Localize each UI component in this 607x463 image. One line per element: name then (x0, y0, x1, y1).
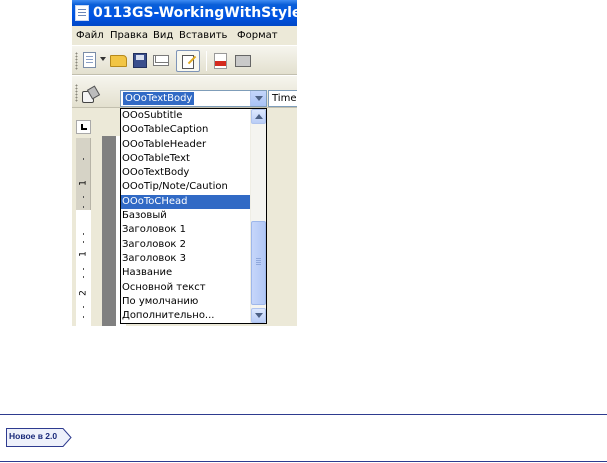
ruler-number: 1 (78, 251, 89, 257)
style-list-item[interactable]: Название (121, 266, 251, 280)
menu-edit[interactable]: Правка (110, 26, 148, 45)
ruler-number: 1 (78, 180, 89, 186)
scrollbar-thumb[interactable] (251, 221, 266, 305)
menu-bar: Файл Правка Вид Вставить Формат (72, 26, 297, 45)
scroll-up-icon[interactable] (251, 109, 266, 124)
ruler-tick (83, 206, 84, 208)
paragraph-style-combobox[interactable]: OOoTextBody (120, 90, 267, 107)
chevron-down-icon[interactable] (250, 91, 266, 106)
edit-file-icon[interactable] (176, 50, 200, 72)
style-list-item[interactable]: Заголовок 3 (121, 252, 251, 266)
badge-label: Новое в 2.0 (9, 431, 58, 441)
new-dropdown-arrow-icon[interactable] (100, 57, 106, 61)
style-list-item[interactable]: Заголовок 1 (121, 223, 251, 237)
ruler-tick (83, 233, 84, 235)
style-list-item[interactable]: OOoTextBody (121, 166, 251, 180)
toolbar-grip[interactable] (75, 52, 78, 70)
style-list-item[interactable]: OOoToCHead (121, 194, 251, 210)
window-title: 0113GS-WorkingWithStyles-1. (93, 5, 297, 21)
ruler-number: 2 (78, 290, 89, 296)
tab-stop-selector[interactable] (76, 120, 91, 134)
ruler-tick (83, 268, 84, 270)
dropdown-scrollbar[interactable] (250, 109, 266, 323)
toolbar-separator (206, 51, 207, 71)
screenshot-window: 0113GS-WorkingWithStyles-1. Файл Правка … (72, 0, 297, 326)
styles-formatting-icon[interactable] (82, 86, 100, 103)
title-bar: 0113GS-WorkingWithStyles-1. (72, 0, 297, 26)
ruler-tick (83, 196, 84, 198)
scroll-down-icon[interactable] (251, 308, 266, 323)
style-list-item[interactable]: По умолчанию (121, 295, 251, 309)
standard-toolbar (72, 45, 297, 75)
export-pdf-icon[interactable] (214, 53, 227, 69)
new-document-icon[interactable] (83, 52, 96, 68)
style-list-item[interactable]: OOoTip/Note/Caution (121, 180, 251, 194)
menu-view[interactable]: Вид (153, 26, 173, 45)
ruler-tick (83, 316, 84, 318)
font-name-combobox[interactable]: Times New Roman (268, 90, 297, 107)
menu-format[interactable]: Формат (237, 26, 278, 45)
print-icon[interactable] (235, 55, 251, 67)
style-list-item[interactable]: Основной текст (121, 281, 251, 295)
ruler-tick (83, 241, 84, 243)
toolbar-grip[interactable] (75, 84, 78, 102)
style-list: OOoSubtitle OOoTableCaption OOoTableHeader… (121, 109, 251, 323)
paragraph-style-value[interactable]: OOoTextBody (123, 92, 195, 105)
style-dropdown-list[interactable]: OOoSubtitle OOoTableCaption OOoTableHeader… (120, 108, 267, 324)
note-border-top (0, 414, 607, 415)
save-icon[interactable] (133, 53, 147, 68)
new-in-version-badge: Новое в 2.0 (6, 428, 72, 447)
style-list-item[interactable]: Заголовок 2 (121, 238, 251, 252)
ruler-tick (83, 306, 84, 308)
ruler-margin (76, 138, 91, 210)
menu-file[interactable]: Файл (76, 26, 104, 45)
style-list-item[interactable]: OOoSubtitle (121, 109, 251, 123)
note-border-bottom (0, 461, 607, 462)
email-icon[interactable] (153, 55, 169, 66)
style-list-item[interactable]: OOoTableHeader (121, 138, 251, 152)
ruler-tick (83, 158, 84, 160)
style-list-item[interactable]: OOoTableText (121, 152, 251, 166)
menu-insert[interactable]: Вставить (179, 26, 227, 45)
style-list-item[interactable]: Базовый (121, 209, 251, 223)
style-list-item[interactable]: Дополнительно... (121, 309, 251, 323)
ruler-tick (83, 276, 84, 278)
document-icon (75, 5, 89, 21)
open-folder-icon[interactable] (110, 55, 127, 67)
vertical-ruler: 1 1 2 (76, 138, 91, 326)
style-list-item[interactable]: OOoTableCaption (121, 123, 251, 137)
